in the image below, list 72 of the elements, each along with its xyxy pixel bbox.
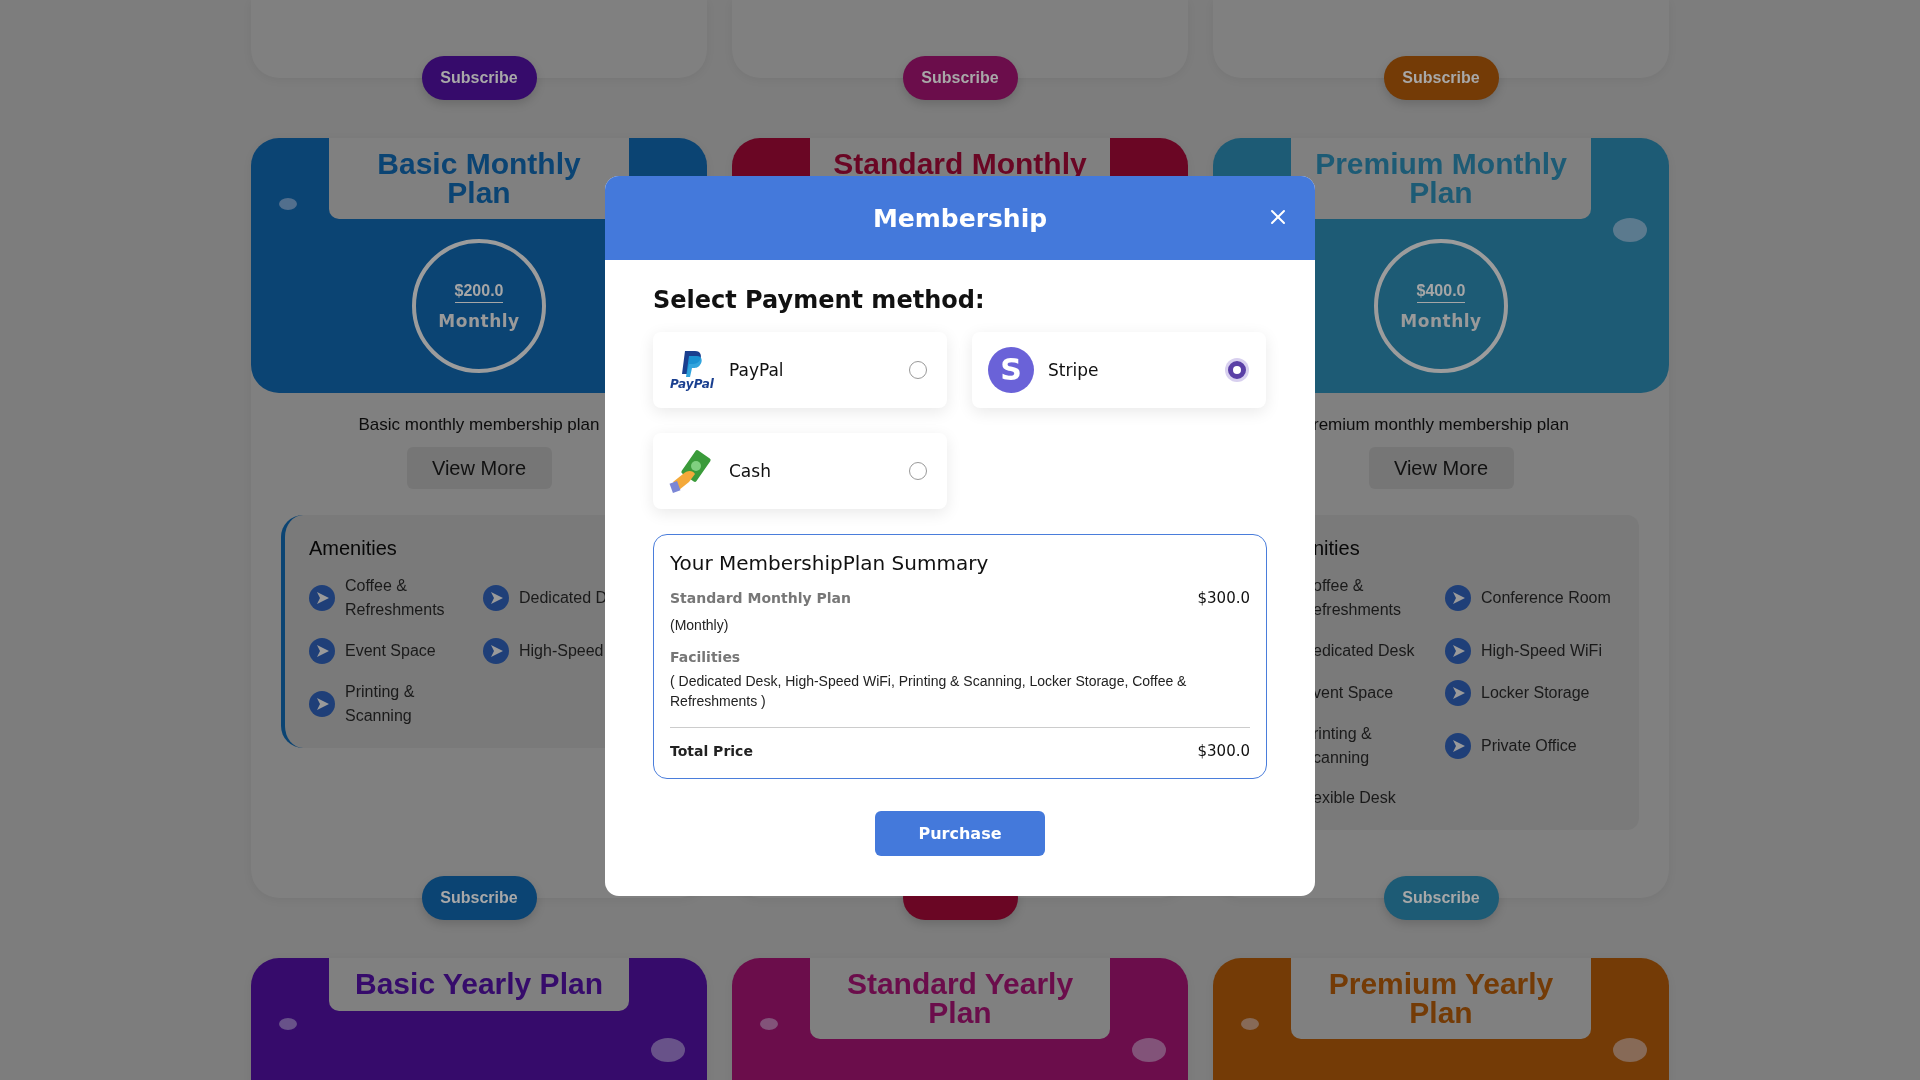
amenity-label: High-Speed xyxy=(519,641,604,661)
plan-title: Premium Monthly Plan xyxy=(1291,138,1591,219)
amenity-label: offee & efreshments xyxy=(1313,576,1403,620)
plan-price: $400.0 xyxy=(1416,281,1466,303)
payment-option[interactable]: S Stripe xyxy=(972,332,1266,408)
plan-price: $200.0 xyxy=(454,281,504,303)
amenity-label: vent Space xyxy=(1313,683,1394,703)
payment-option[interactable]: Cash xyxy=(653,433,947,509)
plan-period: Monthly xyxy=(1400,310,1482,331)
amenity-label: rinting & canning xyxy=(1313,724,1373,768)
subscribe-button[interactable]: Subscribe xyxy=(1383,876,1499,920)
plan-period: Monthly xyxy=(438,310,520,331)
amenity-label: exible Desk xyxy=(1313,788,1396,808)
play-icon xyxy=(1445,638,1471,664)
play-icon xyxy=(483,585,509,611)
decor-dot xyxy=(760,1018,778,1030)
purchase-button[interactable]: Purchase xyxy=(875,811,1045,856)
play-icon xyxy=(1445,680,1471,706)
plan-description: remium monthly membership plan xyxy=(1312,415,1569,435)
paypal-logo-icon xyxy=(680,350,704,378)
amenity-label: High-Speed WiFi xyxy=(1481,641,1602,661)
decor-dot xyxy=(1241,1018,1259,1030)
play-icon xyxy=(1445,585,1471,611)
play-icon xyxy=(1445,733,1471,759)
plan-amount: $300.0 xyxy=(1197,589,1250,607)
facilities-list: ( Dedicated Desk, High-Speed WiFi, Printing & Scanning, Locker Storage, Coffee & Refreshments ) xyxy=(670,671,1250,711)
subscribe-button[interactable]: Subscribe xyxy=(902,56,1018,100)
section-title: Select Payment method: xyxy=(653,286,986,314)
total-label: Total Price xyxy=(670,743,753,759)
radio-button[interactable] xyxy=(1228,361,1246,379)
paypal-wordmark: PayPal xyxy=(670,378,714,390)
plan-title: Basic Monthly Plan xyxy=(329,138,629,219)
amenity-label: Conference Room xyxy=(1481,588,1611,608)
dialog-title: Membership xyxy=(872,203,1048,233)
decor-dot xyxy=(1613,1038,1647,1062)
payment-option[interactable]: PayPal PayPal xyxy=(653,332,947,408)
total-amount: $300.0 xyxy=(1197,742,1250,760)
amenity-label: Private Office xyxy=(1481,736,1577,756)
summary-title: Your MembershipPlan Summary xyxy=(670,551,990,575)
view-more-button[interactable]: View More xyxy=(1368,447,1514,489)
play-icon xyxy=(309,585,335,611)
decor-dot xyxy=(279,1018,297,1030)
radio-button[interactable] xyxy=(909,361,927,379)
amenity-label: Event Space xyxy=(345,641,436,661)
decor-dot xyxy=(1132,1038,1166,1062)
amenity-label: Printing & Scanning xyxy=(345,682,416,726)
plan-title: Premium Yearly Plan xyxy=(1291,958,1591,1039)
decor-dot xyxy=(279,198,297,210)
decor-dot xyxy=(1613,218,1647,242)
plan-description: Basic monthly membership plan xyxy=(358,415,600,435)
payment-label: PayPal xyxy=(729,360,785,380)
payment-label: Cash xyxy=(729,461,772,481)
facilities-label: Facilities xyxy=(670,649,741,665)
subscribe-button[interactable]: Subscribe xyxy=(421,876,537,920)
play-icon xyxy=(309,691,335,717)
decor-dot xyxy=(651,1038,685,1062)
amenity-label: Coffee & Refreshments xyxy=(345,576,446,620)
payment-label: Stripe xyxy=(1048,360,1100,380)
subscribe-button[interactable]: Subscribe xyxy=(421,56,537,100)
amenity-label: edicated Desk xyxy=(1313,641,1415,661)
radio-button[interactable] xyxy=(909,462,927,480)
view-more-button[interactable]: View More xyxy=(406,447,552,489)
subscribe-button[interactable]: Subscribe xyxy=(1383,56,1499,100)
plan-name: Standard Monthly Plan xyxy=(670,590,851,606)
stripe-logo: S xyxy=(988,347,1034,393)
amenity-label: Locker Storage xyxy=(1481,683,1590,703)
plan-title: Basic Yearly Plan xyxy=(329,958,629,1011)
plan-period: (Monthly) xyxy=(670,616,730,635)
amenities-title: Amenities xyxy=(309,537,398,560)
plan-title: Standard Yearly Plan xyxy=(810,958,1110,1039)
play-icon xyxy=(309,638,335,664)
play-icon xyxy=(483,638,509,664)
